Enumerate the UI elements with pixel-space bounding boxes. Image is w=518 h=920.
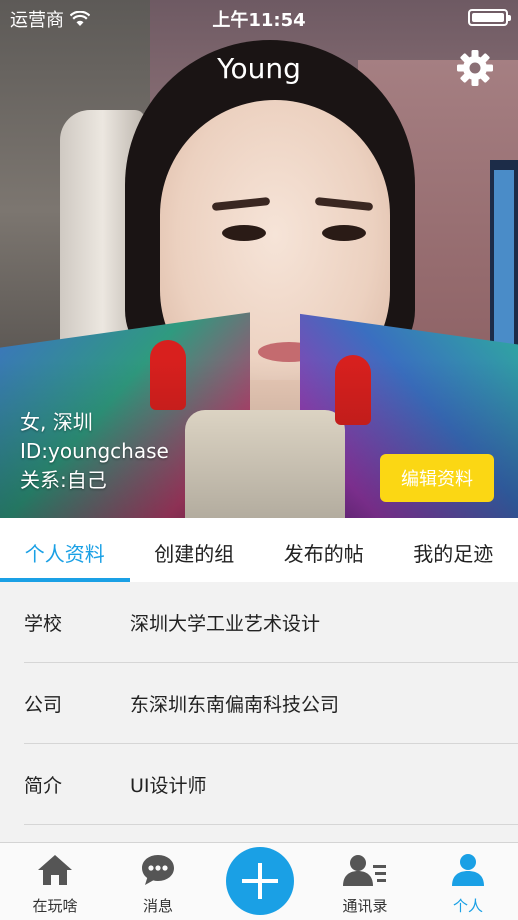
plus-icon [242, 863, 278, 899]
contacts-icon [343, 855, 386, 886]
settings-button[interactable] [455, 48, 495, 88]
relation: 关系:自己 [20, 468, 107, 492]
gender-city: 女, 深圳 [20, 410, 93, 434]
tabbar-item-contacts[interactable]: 通讯录 [315, 843, 415, 920]
status-bar: 运营商 上午11:54 [0, 0, 518, 34]
detail-value-school: 深圳大学工业艺术设计 [130, 613, 321, 635]
tab-footprints[interactable]: 我的足迹 [389, 518, 518, 582]
gear-icon [457, 50, 493, 86]
detail-value-bio: UI设计师 [130, 775, 207, 797]
profile-details: 学校 深圳大学工业艺术设计 公司 东深圳东南偏南科技公司 简介 UI设计师 [0, 582, 518, 825]
detail-key-bio: 简介 [24, 775, 63, 797]
chat-icon [142, 855, 174, 885]
tab-profile[interactable]: 个人资料 [0, 518, 130, 582]
battery-icon [468, 9, 511, 26]
tab-posts[interactable]: 发布的帖 [259, 518, 389, 582]
tabbar-label: 消息 [142, 897, 173, 915]
tabbar-label: 在玩啥 [32, 897, 78, 915]
profile-tabs: 个人资料 创建的组 发布的帖 我的足迹 [0, 518, 518, 582]
tabbar-label: 个人 [452, 897, 483, 915]
status-time: 上午11:54 [212, 10, 306, 31]
profile-info: 女, 深圳 ID:youngchase 关系:自己 [20, 408, 169, 495]
tabbar-label: 通讯录 [342, 897, 388, 915]
home-icon [38, 855, 72, 885]
detail-key-company: 公司 [24, 694, 63, 716]
tab-created-groups[interactable]: 创建的组 [130, 518, 260, 582]
edit-profile-button[interactable]: 编辑资料 [380, 454, 494, 502]
tabbar-item-messages[interactable]: 消息 [108, 843, 208, 920]
tabbar-item-playing[interactable]: 在玩啥 [5, 843, 105, 920]
list-item: 公司 东深圳东南偏南科技公司 [0, 663, 518, 744]
add-button[interactable] [226, 847, 294, 915]
user-id: ID:youngchase [20, 439, 169, 463]
list-item: 学校 深圳大学工业艺术设计 [0, 582, 518, 663]
list-item: 简介 UI设计师 [0, 744, 518, 825]
page-title: Young [217, 52, 301, 85]
detail-value-company: 东深圳东南偏南科技公司 [130, 694, 340, 716]
person-icon [452, 854, 484, 886]
detail-key-school: 学校 [24, 613, 63, 635]
tabbar-item-personal[interactable]: 个人 [418, 843, 518, 920]
